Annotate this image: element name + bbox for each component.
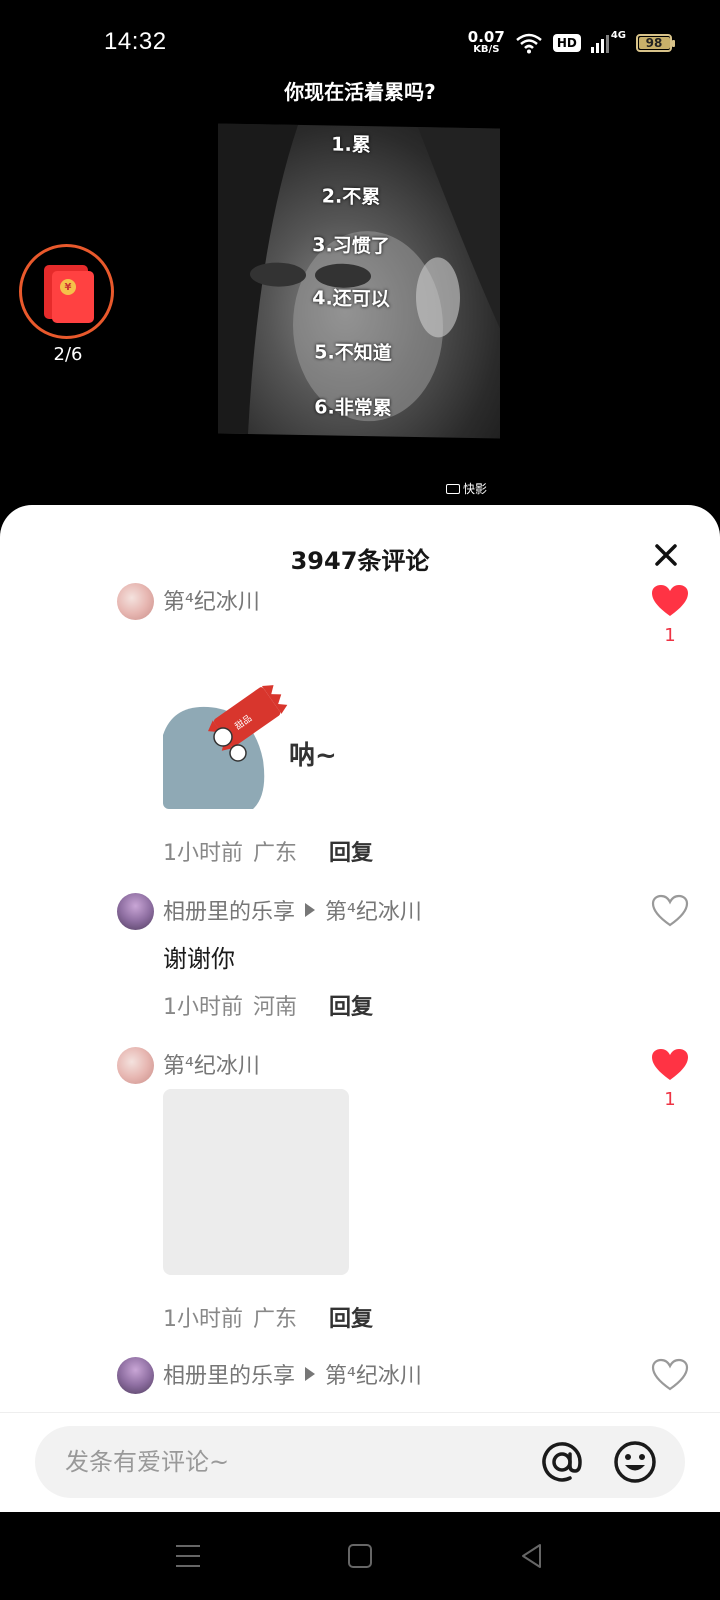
username-text: 第⁴纪冰川 — [163, 590, 260, 615]
like-count: 1 — [664, 1089, 676, 1110]
comment-text: 谢谢你 — [163, 945, 235, 973]
poll-option: 4.还可以 — [312, 287, 390, 311]
battery-level: 98 — [645, 35, 663, 50]
reply-to-username: 第⁴纪冰川 — [325, 1364, 422, 1389]
network-speed-unit: KB/S — [473, 44, 500, 55]
comments-panel: 3947条评论 第⁴纪冰川 1 甜品 呐~ 1小时前 广东 回复 相册里的乐享 … — [0, 505, 720, 1512]
comment-input[interactable] — [65, 1442, 485, 1482]
close-icon[interactable] — [652, 541, 680, 569]
avatar[interactable] — [117, 1047, 154, 1084]
avatar[interactable] — [117, 893, 154, 930]
hd-badge: HD — [552, 33, 581, 52]
comment-time: 1小时前 — [163, 995, 243, 1020]
status-icons: 0.07 KB/S HD 4G 98 — [468, 30, 675, 55]
network-speed-value: 0.07 — [467, 28, 505, 46]
reply-button[interactable]: 回复 — [329, 989, 373, 1021]
video-title: 你现在活着累吗? — [284, 80, 436, 104]
comment-time: 1小时前 — [163, 841, 243, 866]
poll-option: 3.习惯了 — [312, 234, 390, 258]
cellular-signal-icon — [590, 33, 609, 53]
comment-username[interactable]: 相册里的乐享 第⁴纪冰川 — [163, 894, 422, 926]
reply-button[interactable]: 回复 — [329, 1301, 373, 1333]
poll-option: 6.非常累 — [314, 396, 392, 420]
app-watermark: 快影 — [446, 480, 487, 497]
status-time: 14:32 — [104, 28, 167, 55]
red-envelope-front — [52, 271, 94, 323]
emoji-icon[interactable] — [613, 1440, 657, 1484]
like-count: 1 — [664, 625, 676, 646]
system-nav-bar — [0, 1512, 720, 1600]
coin-icon: ¥ — [60, 279, 76, 295]
comment-image-loading[interactable] — [163, 1089, 349, 1275]
comment-location: 河南 — [253, 995, 298, 1020]
reply-arrow-icon — [305, 903, 316, 917]
avatar[interactable] — [117, 583, 154, 620]
heart-outline-icon[interactable] — [650, 1357, 690, 1393]
comment-meta: 1小时前 河南 回复 — [163, 989, 373, 1021]
comment-input-bar — [0, 1412, 720, 1512]
username-text: 相册里的乐享 — [163, 1364, 296, 1389]
heart-filled-icon[interactable] — [650, 583, 690, 619]
comment-time: 1小时前 — [163, 1307, 243, 1332]
red-packet-progress: 2/6 — [53, 344, 83, 365]
comment-meta: 1小时前 广东 回复 — [163, 1301, 373, 1333]
comments-count-title: 3947条评论 — [290, 547, 430, 575]
reply-button[interactable]: 回复 — [329, 835, 373, 867]
battery-icon: 98 — [636, 33, 675, 52]
username-text: 相册里的乐享 — [163, 900, 296, 925]
comment-username[interactable]: 相册里的乐享 第⁴纪冰川 — [163, 1358, 422, 1390]
comment-input-container[interactable] — [35, 1426, 685, 1498]
candy-sticker-art: 甜品 — [163, 685, 288, 809]
comment-location: 广东 — [253, 1307, 298, 1332]
poll-options: 1.累 2.不累 3.习惯了 4.还可以 5.不知道 6.非常累 — [218, 124, 500, 439]
comment-sticker-image[interactable]: 甜品 呐~ — [163, 625, 347, 809]
wifi-icon — [516, 33, 542, 53]
reply-arrow-icon — [305, 1367, 316, 1381]
comment-meta: 1小时前 广东 回复 — [163, 835, 373, 867]
watermark-text: 快影 — [463, 482, 488, 496]
username-text: 第⁴纪冰川 — [163, 1054, 260, 1079]
heart-outline-icon[interactable] — [650, 893, 690, 929]
menu-icon[interactable] — [170, 1538, 206, 1574]
poll-option: 2.不累 — [321, 185, 381, 209]
video-frame[interactable]: 1.累 2.不累 3.习惯了 4.还可以 5.不知道 6.非常累 — [218, 123, 500, 439]
sticker-text: 呐~ — [289, 741, 337, 771]
comment-location: 广东 — [253, 841, 298, 866]
comment-username[interactable]: 第⁴纪冰川 — [163, 584, 260, 616]
poll-option: 1.累 — [331, 133, 371, 157]
comment-username[interactable]: 第⁴纪冰川 — [163, 1048, 260, 1080]
back-icon[interactable] — [514, 1538, 550, 1574]
heart-filled-icon[interactable] — [650, 1047, 690, 1083]
mention-at-icon[interactable] — [540, 1440, 584, 1484]
red-packet-button[interactable]: ¥ — [19, 244, 114, 339]
home-icon[interactable] — [342, 1538, 378, 1574]
divider — [0, 1412, 720, 1413]
avatar[interactable] — [117, 1357, 154, 1394]
poll-option: 5.不知道 — [314, 341, 392, 365]
reply-to-username: 第⁴纪冰川 — [325, 900, 422, 925]
camera-icon — [446, 483, 460, 494]
network-type: 4G — [610, 30, 626, 41]
network-speed: 0.07 KB/S — [468, 30, 505, 55]
